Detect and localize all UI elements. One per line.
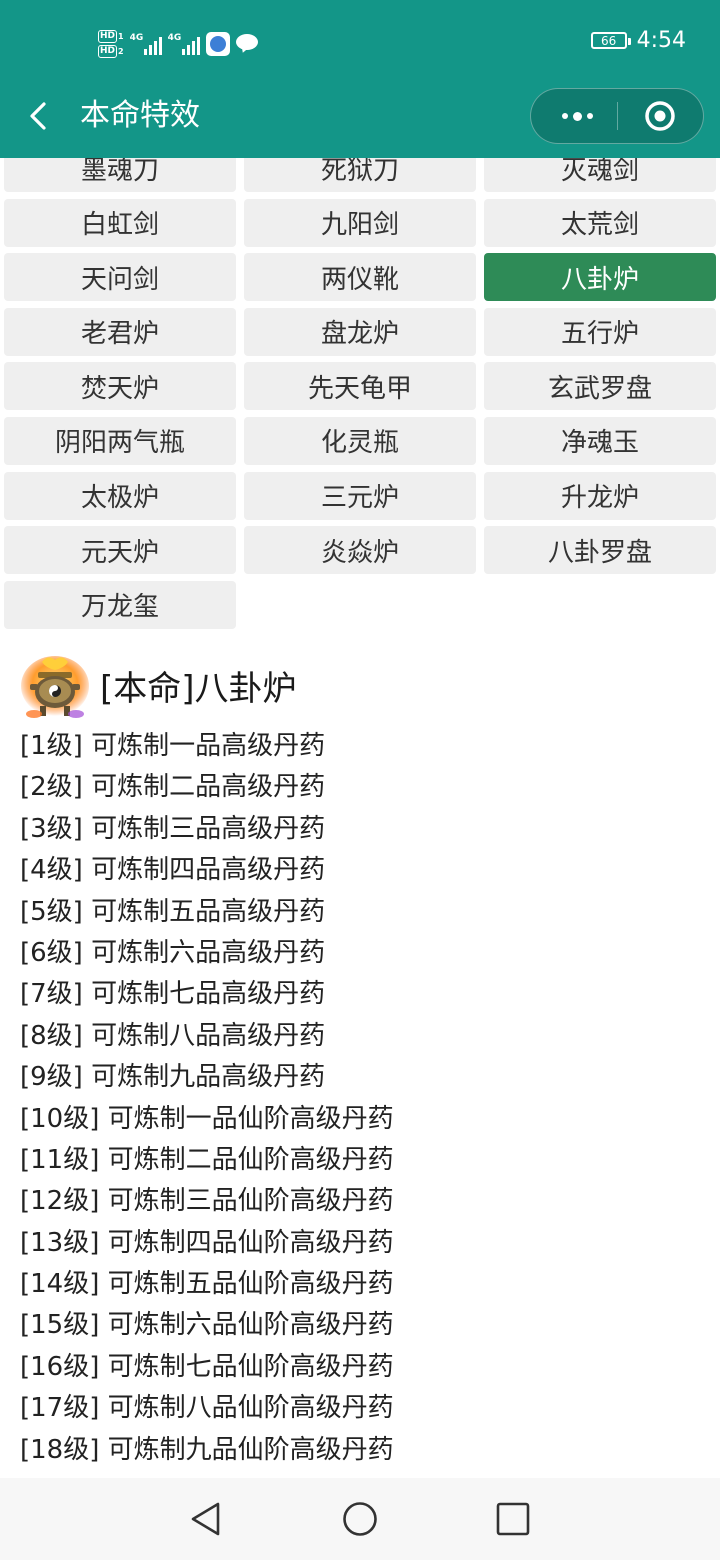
level-row: [1级] 可炼制一品高级丹药 — [20, 731, 326, 761]
page-title: 本命特效 — [80, 98, 200, 133]
square-recents-icon — [496, 1502, 530, 1536]
battery-level: 66 — [600, 33, 617, 48]
item-button[interactable]: 先天龟甲 — [244, 362, 476, 411]
level-row: [17级] 可炼制八品仙阶高级丹药 — [20, 1393, 394, 1424]
level-list: [1级] 可炼制一品高级丹药 [2级] 可炼制二品高级丹药 [3级] 可炼制三品高级… — [20, 726, 700, 1471]
item-button[interactable]: 墨魂刀 — [4, 158, 236, 192]
level-row: [4级] 可炼制四品高级丹药 — [20, 855, 326, 886]
item-button[interactable]: 玄武罗盘 — [484, 362, 716, 411]
item-button[interactable]: 五行炉 — [484, 307, 716, 356]
nav-home-button[interactable] — [341, 1500, 379, 1538]
signal-1-tag: 4G — [129, 33, 144, 43]
hd-indicators: HD 1 HD 2 — [98, 30, 124, 58]
furnace-icon — [20, 656, 90, 722]
level-row: [9级] 可炼制九品高级丹药 — [20, 1062, 326, 1093]
level-row: [6级] 可炼制六品高级丹药 — [20, 937, 326, 968]
back-button[interactable] — [22, 98, 58, 134]
item-button[interactable]: 白虹剑 — [4, 198, 236, 247]
item-grid: 墨魂刀 死狱刀 灭魂剑白虹剑 九阳剑 太荒剑天问剑 两仪靴 八卦炉老君炉 盘龙炉 五行炉焚天炉先… — [4, 158, 716, 629]
system-nav-bar — [0, 1478, 720, 1560]
nav-back-button[interactable] — [187, 1500, 225, 1538]
level-row: [5级] 可炼制五品高级丹药 — [20, 896, 326, 927]
item-button[interactable]: 元天炉 — [4, 526, 236, 575]
item-button[interactable]: 盘龙炉 — [244, 307, 476, 356]
item-button-selected[interactable]: 八卦炉 — [484, 253, 716, 302]
level-row: [11级] 可炼制二品仙阶高级丹药 — [20, 1144, 394, 1175]
level-row: [8级] 可炼制八品高级丹药 — [20, 1020, 326, 1051]
item-button[interactable]: 太极炉 — [4, 471, 236, 520]
nav-recents-button[interactable] — [494, 1500, 532, 1538]
circle-home-icon — [343, 1502, 377, 1536]
item-button[interactable]: 天问剑 — [4, 253, 236, 302]
level-row: [10级] 可炼制一品仙阶高级丹药 — [20, 1103, 394, 1134]
item-button[interactable]: 灭魂剑 — [484, 158, 716, 192]
chevron-left-icon — [30, 102, 46, 130]
item-button[interactable]: 两仪靴 — [244, 253, 476, 302]
item-button[interactable]: 三元炉 — [244, 471, 476, 520]
item-button[interactable]: 九阳剑 — [244, 198, 476, 247]
clock: 4:54 — [636, 28, 686, 53]
item-button[interactable]: 太荒剑 — [484, 198, 716, 247]
item-button[interactable]: 万龙玺 — [4, 580, 236, 629]
hd-1-index: 1 — [118, 32, 124, 41]
level-row: [7级] 可炼制七品高级丹药 — [20, 979, 326, 1010]
level-row: [14级] 可炼制五品仙阶高级丹药 — [20, 1269, 394, 1300]
level-row: [15级] 可炼制六品仙阶高级丹药 — [20, 1310, 394, 1341]
level-row: [18级] 可炼制九品仙阶高级丹药 — [20, 1434, 394, 1465]
capsule-divider — [617, 102, 618, 130]
triangle-back-icon — [191, 1502, 220, 1536]
item-button[interactable]: 八卦罗盘 — [484, 526, 716, 575]
chat-notification-icon — [235, 34, 260, 54]
hd-1-label: HD — [98, 30, 118, 43]
detail-header: [本命]八卦炉 — [20, 654, 700, 724]
content-area: 墨魂刀 死狱刀 灭魂剑白虹剑 九阳剑 太荒剑天问剑 两仪靴 八卦炉老君炉 盘龙炉 五行炉焚天炉先… — [0, 158, 720, 1478]
level-row: [3级] 可炼制三品高级丹药 — [20, 813, 326, 844]
item-button[interactable]: 净魂玉 — [484, 416, 716, 465]
item-button[interactable]: 阴阳两气瓶 — [4, 416, 236, 465]
more-dots-icon — [561, 113, 568, 119]
hd-2-index: 2 — [118, 47, 124, 56]
more-button[interactable] — [545, 89, 609, 143]
hd-2-label: HD — [98, 45, 118, 58]
item-button[interactable]: 老君炉 — [4, 307, 236, 356]
hd-2-indicator: HD 2 — [98, 45, 124, 58]
item-button[interactable]: 化灵瓶 — [244, 416, 476, 465]
level-row: [13级] 可炼制四品仙阶高级丹药 — [20, 1227, 394, 1258]
battery-icon: 66 — [590, 32, 631, 49]
signal-1-icon: 4G — [130, 33, 162, 55]
top-bar: HD 1 HD 2 4G 4G 66 4:54 本命特效 — [0, 0, 720, 158]
signal-2-tag: 4G — [167, 33, 182, 43]
status-left: HD 1 HD 2 4G 4G — [98, 24, 260, 64]
level-row: [2级] 可炼制二品高级丹药 — [20, 772, 326, 803]
detail-title: [本命]八卦炉 — [100, 669, 297, 709]
item-button[interactable]: 炎焱炉 — [244, 526, 476, 575]
item-button[interactable]: 焚天炉 — [4, 362, 236, 411]
status-bar: HD 1 HD 2 4G 4G 66 4:54 — [0, 0, 720, 88]
item-button[interactable]: 升龙炉 — [484, 471, 716, 520]
item-button[interactable]: 死狱刀 — [244, 158, 476, 192]
detail-panel: [本命]八卦炉 [1级] 可炼制一品高级丹药 [2级] 可炼制二品高级丹药 [3级]… — [20, 654, 700, 1471]
target-icon — [645, 101, 675, 131]
mini-program-capsule — [530, 88, 704, 144]
level-row: [16级] 可炼制七品仙阶高级丹药 — [20, 1351, 394, 1382]
hd-1-indicator: HD 1 — [98, 30, 124, 43]
close-button[interactable] — [644, 100, 676, 132]
nav-header: 本命特效 — [0, 88, 720, 158]
status-right: 66 4:54 — [590, 28, 686, 53]
signal-2-icon: 4G — [168, 33, 200, 55]
level-row: [12级] 可炼制三品仙阶高级丹药 — [20, 1186, 394, 1217]
app-notification-icon — [205, 32, 230, 56]
